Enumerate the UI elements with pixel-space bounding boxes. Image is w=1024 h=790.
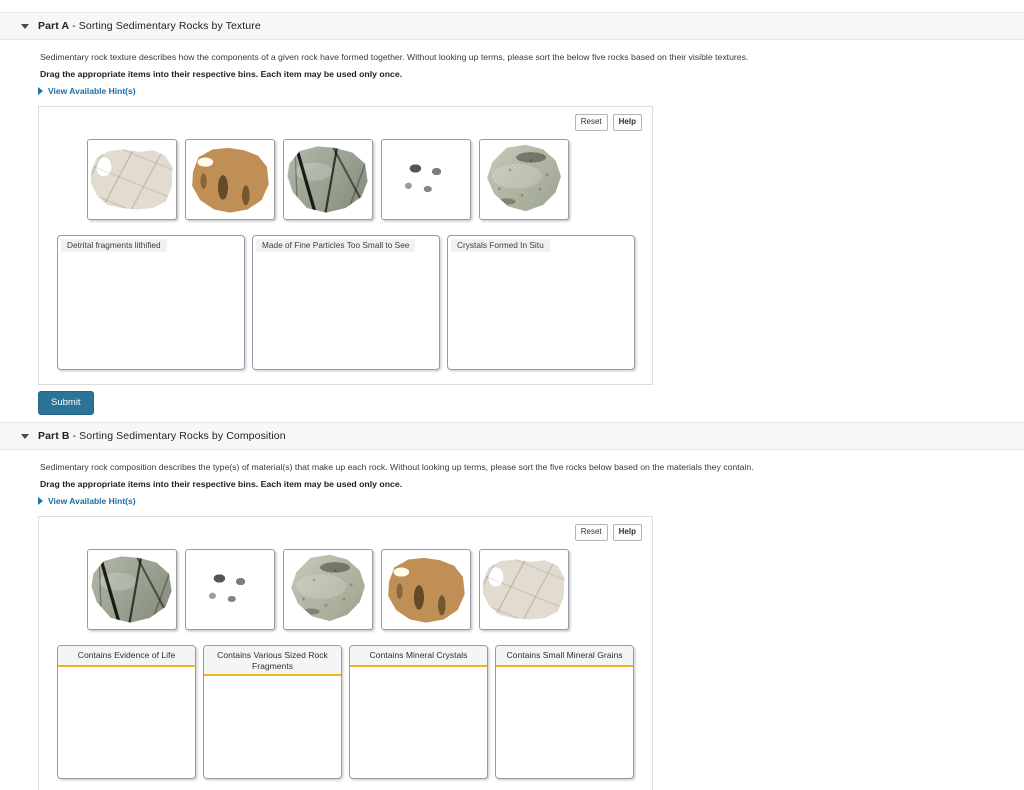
part-a-activity-panel: Reset Help Detrital fragments lithified … bbox=[38, 106, 653, 385]
part-a-bin-row: Detrital fragments lithified Made of Fin… bbox=[57, 235, 635, 370]
drop-bin-label: Contains Evidence of Life bbox=[58, 646, 195, 667]
part-b-separator: - bbox=[69, 430, 80, 442]
part-a-submit-button[interactable]: Submit bbox=[38, 391, 94, 415]
drag-item-halite-crystals-rock[interactable] bbox=[479, 549, 569, 630]
chevron-right-icon bbox=[38, 87, 43, 95]
fossil-shale-rock-image bbox=[91, 556, 172, 623]
drop-bin-label: Contains Mineral Crystals bbox=[350, 646, 487, 667]
part-b-help-button[interactable]: Help bbox=[612, 524, 642, 541]
part-b-description: Sedimentary rock composition describes t… bbox=[40, 462, 754, 472]
part-a-title: Part A - Sorting Sedimentary Rocks by Te… bbox=[38, 20, 261, 32]
fossil-shale-rock-image bbox=[287, 146, 368, 213]
part-b-label: Part B bbox=[38, 430, 70, 442]
part-b-hint-toggle[interactable]: View Available Hint(s) bbox=[38, 496, 136, 506]
drag-item-conglomerate-rock[interactable] bbox=[185, 549, 275, 630]
part-b-reset-button[interactable]: Reset bbox=[574, 524, 608, 541]
part-b-item-tray bbox=[87, 549, 569, 630]
exercise-page: Part A - Sorting Sedimentary Rocks by Te… bbox=[0, 0, 1024, 790]
coquina-shell-rock-image bbox=[388, 557, 465, 623]
conglomerate-rock-image bbox=[390, 146, 463, 213]
part-a-hint-toggle[interactable]: View Available Hint(s) bbox=[38, 86, 136, 96]
part-b-title: Part B - Sorting Sedimentary Rocks by Co… bbox=[38, 430, 286, 442]
drop-bin-contains-various-sized-rock-fragments[interactable]: Contains Various Sized Rock Fragments bbox=[203, 645, 342, 779]
coquina-shell-rock-image bbox=[192, 147, 269, 213]
chevron-down-icon bbox=[21, 433, 29, 439]
part-a-collapse-toggle[interactable] bbox=[12, 23, 38, 29]
halite-crystals-rock-image bbox=[90, 149, 173, 210]
sandstone-rock-image bbox=[487, 144, 561, 212]
part-a-item-tray bbox=[87, 139, 569, 220]
drag-item-fossil-shale-rock[interactable] bbox=[283, 139, 373, 220]
part-b-bin-row: Contains Evidence of Life Contains Vario… bbox=[57, 645, 634, 779]
drop-bin-contains-mineral-crystals[interactable]: Contains Mineral Crystals bbox=[349, 645, 488, 779]
drag-item-coquina-shell-rock[interactable] bbox=[185, 139, 275, 220]
part-a-header[interactable]: Part A - Sorting Sedimentary Rocks by Te… bbox=[0, 12, 1024, 40]
part-b-collapse-toggle[interactable] bbox=[12, 433, 38, 439]
drop-bin-crystals-formed-in-situ[interactable]: Crystals Formed In Situ bbox=[447, 235, 635, 370]
drag-item-fossil-shale-rock[interactable] bbox=[87, 549, 177, 630]
drop-bin-detrital-fragments-lithified[interactable]: Detrital fragments lithified bbox=[57, 235, 245, 370]
chevron-down-icon bbox=[21, 23, 29, 29]
part-a-toolbar: Reset Help bbox=[574, 114, 642, 131]
part-b-header[interactable]: Part B - Sorting Sedimentary Rocks by Co… bbox=[0, 422, 1024, 450]
part-a-help-button[interactable]: Help bbox=[612, 114, 642, 131]
drag-item-conglomerate-rock[interactable] bbox=[381, 139, 471, 220]
part-b-instruction: Drag the appropriate items into their re… bbox=[40, 479, 403, 489]
part-a-description: Sedimentary rock texture describes how t… bbox=[40, 52, 749, 62]
drop-bin-label: Made of Fine Particles Too Small to See bbox=[256, 239, 416, 252]
part-a-hint-label: View Available Hint(s) bbox=[48, 86, 136, 96]
drag-item-sandstone-rock[interactable] bbox=[479, 139, 569, 220]
drag-item-coquina-shell-rock[interactable] bbox=[381, 549, 471, 630]
part-a-instruction: Drag the appropriate items into their re… bbox=[40, 69, 403, 79]
part-a-label: Part A bbox=[38, 20, 70, 32]
drag-item-sandstone-rock[interactable] bbox=[283, 549, 373, 630]
drop-bin-label: Detrital fragments lithified bbox=[61, 239, 167, 252]
part-b-hint-label: View Available Hint(s) bbox=[48, 496, 136, 506]
drop-bin-contains-small-mineral-grains[interactable]: Contains Small Mineral Grains bbox=[495, 645, 634, 779]
drop-bin-label: Contains Various Sized Rock Fragments bbox=[204, 646, 341, 676]
halite-crystals-rock-image bbox=[482, 559, 565, 620]
part-a-separator: - bbox=[69, 20, 79, 32]
part-a-title-text: Sorting Sedimentary Rocks by Texture bbox=[78, 20, 261, 32]
sandstone-rock-image bbox=[291, 554, 365, 622]
part-a-reset-button[interactable]: Reset bbox=[574, 114, 608, 131]
chevron-right-icon bbox=[38, 497, 43, 505]
part-b-activity-panel: Reset Help Contains Evidence of Life Con… bbox=[38, 516, 653, 790]
drag-item-halite-crystals-rock[interactable] bbox=[87, 139, 177, 220]
drop-bin-made-of-fine-particles[interactable]: Made of Fine Particles Too Small to See bbox=[252, 235, 440, 370]
part-b-toolbar: Reset Help bbox=[574, 524, 642, 541]
drop-bin-label: Crystals Formed In Situ bbox=[451, 239, 550, 252]
conglomerate-rock-image bbox=[194, 556, 267, 623]
part-b-title-text: Sorting Sedimentary Rocks by Composition bbox=[79, 430, 286, 442]
drop-bin-label: Contains Small Mineral Grains bbox=[496, 646, 633, 667]
drop-bin-contains-evidence-of-life[interactable]: Contains Evidence of Life bbox=[57, 645, 196, 779]
